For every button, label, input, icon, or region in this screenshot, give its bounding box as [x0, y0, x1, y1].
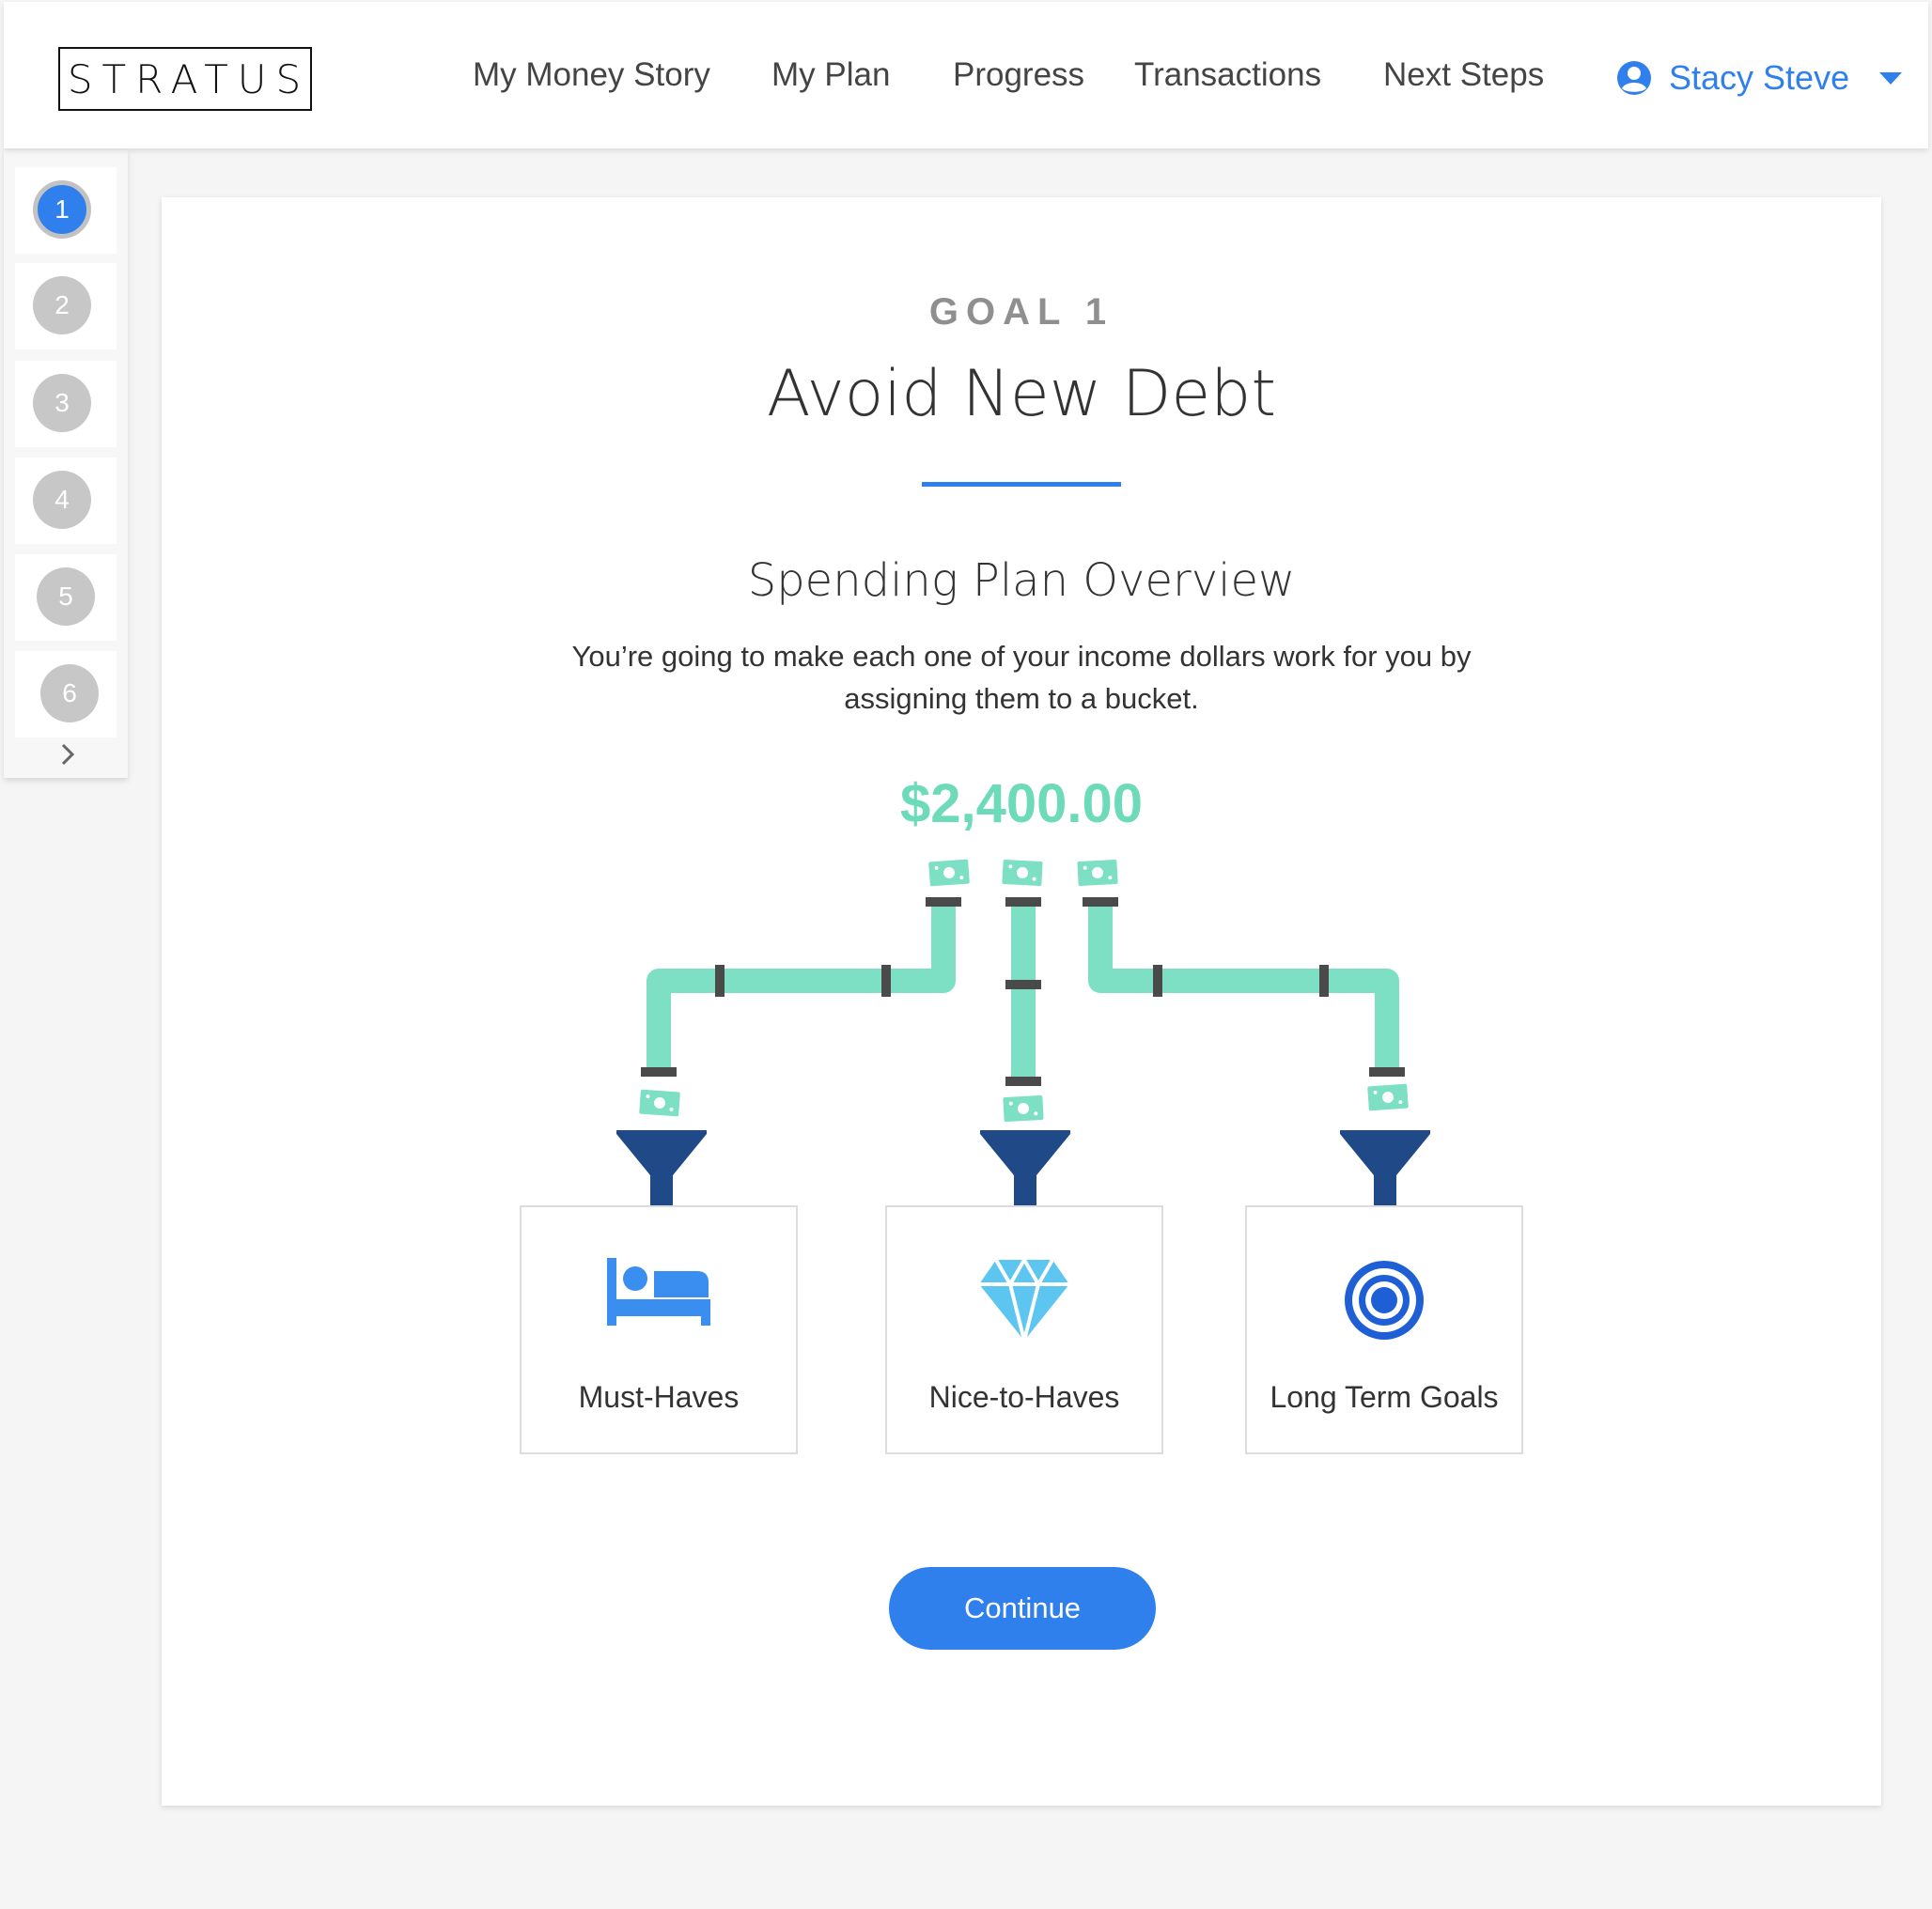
- step-number-2: 2: [33, 276, 91, 334]
- step-item-3[interactable]: 3: [15, 361, 117, 447]
- bucket-must-haves[interactable]: Must-Haves: [520, 1205, 798, 1454]
- bed-icon: [607, 1258, 710, 1326]
- step-number-5: 5: [37, 567, 95, 626]
- money-flow-illustration: [616, 859, 1430, 1205]
- bucket-label: Must-Haves: [578, 1380, 740, 1414]
- chevron-down-icon[interactable]: [1879, 71, 1903, 85]
- chevron-right-icon[interactable]: [58, 742, 77, 767]
- step-number-3: 3: [33, 374, 91, 432]
- step-item-1[interactable]: 1: [15, 167, 117, 254]
- bucket-nice-to-haves[interactable]: Nice-to-Haves: [885, 1205, 1163, 1454]
- nav-next-steps[interactable]: Next Steps: [1383, 56, 1544, 94]
- goal-card: GOAL 1 Avoid New Debt Spending Plan Over…: [162, 197, 1881, 1806]
- diamond-icon: [979, 1258, 1069, 1342]
- bucket-label: Long Term Goals: [1270, 1380, 1499, 1414]
- bucket-label: Nice-to-Haves: [928, 1380, 1120, 1414]
- user-menu[interactable]: Stacy Steve: [1616, 54, 1903, 101]
- nav-my-plan[interactable]: My Plan: [771, 56, 890, 94]
- nav-progress[interactable]: Progress: [953, 56, 1084, 94]
- step-item-5[interactable]: 5: [15, 554, 117, 641]
- step-number-4: 4: [33, 471, 91, 529]
- target-icon: [1345, 1261, 1424, 1340]
- step-number-6: 6: [40, 664, 99, 722]
- stratus-logo[interactable]: STRATUS: [58, 47, 312, 111]
- user-avatar-icon: [1617, 61, 1651, 95]
- step-number-1: 1: [33, 180, 91, 239]
- bucket-long-term-goals[interactable]: Long Term Goals: [1245, 1205, 1523, 1454]
- continue-button[interactable]: Continue: [889, 1567, 1156, 1650]
- step-item-4[interactable]: 4: [15, 458, 117, 544]
- nav-transactions[interactable]: Transactions: [1134, 56, 1321, 94]
- step-sidebar: 1 2 3 4 5 6: [4, 150, 128, 778]
- top-navigation-bar: STRATUS My Money Story My Plan Progress …: [4, 2, 1928, 148]
- step-item-2[interactable]: 2: [15, 263, 117, 349]
- user-name: Stacy Steve: [1669, 58, 1850, 97]
- nav-my-money-story[interactable]: My Money Story: [473, 56, 710, 94]
- step-item-6[interactable]: 6: [15, 651, 117, 737]
